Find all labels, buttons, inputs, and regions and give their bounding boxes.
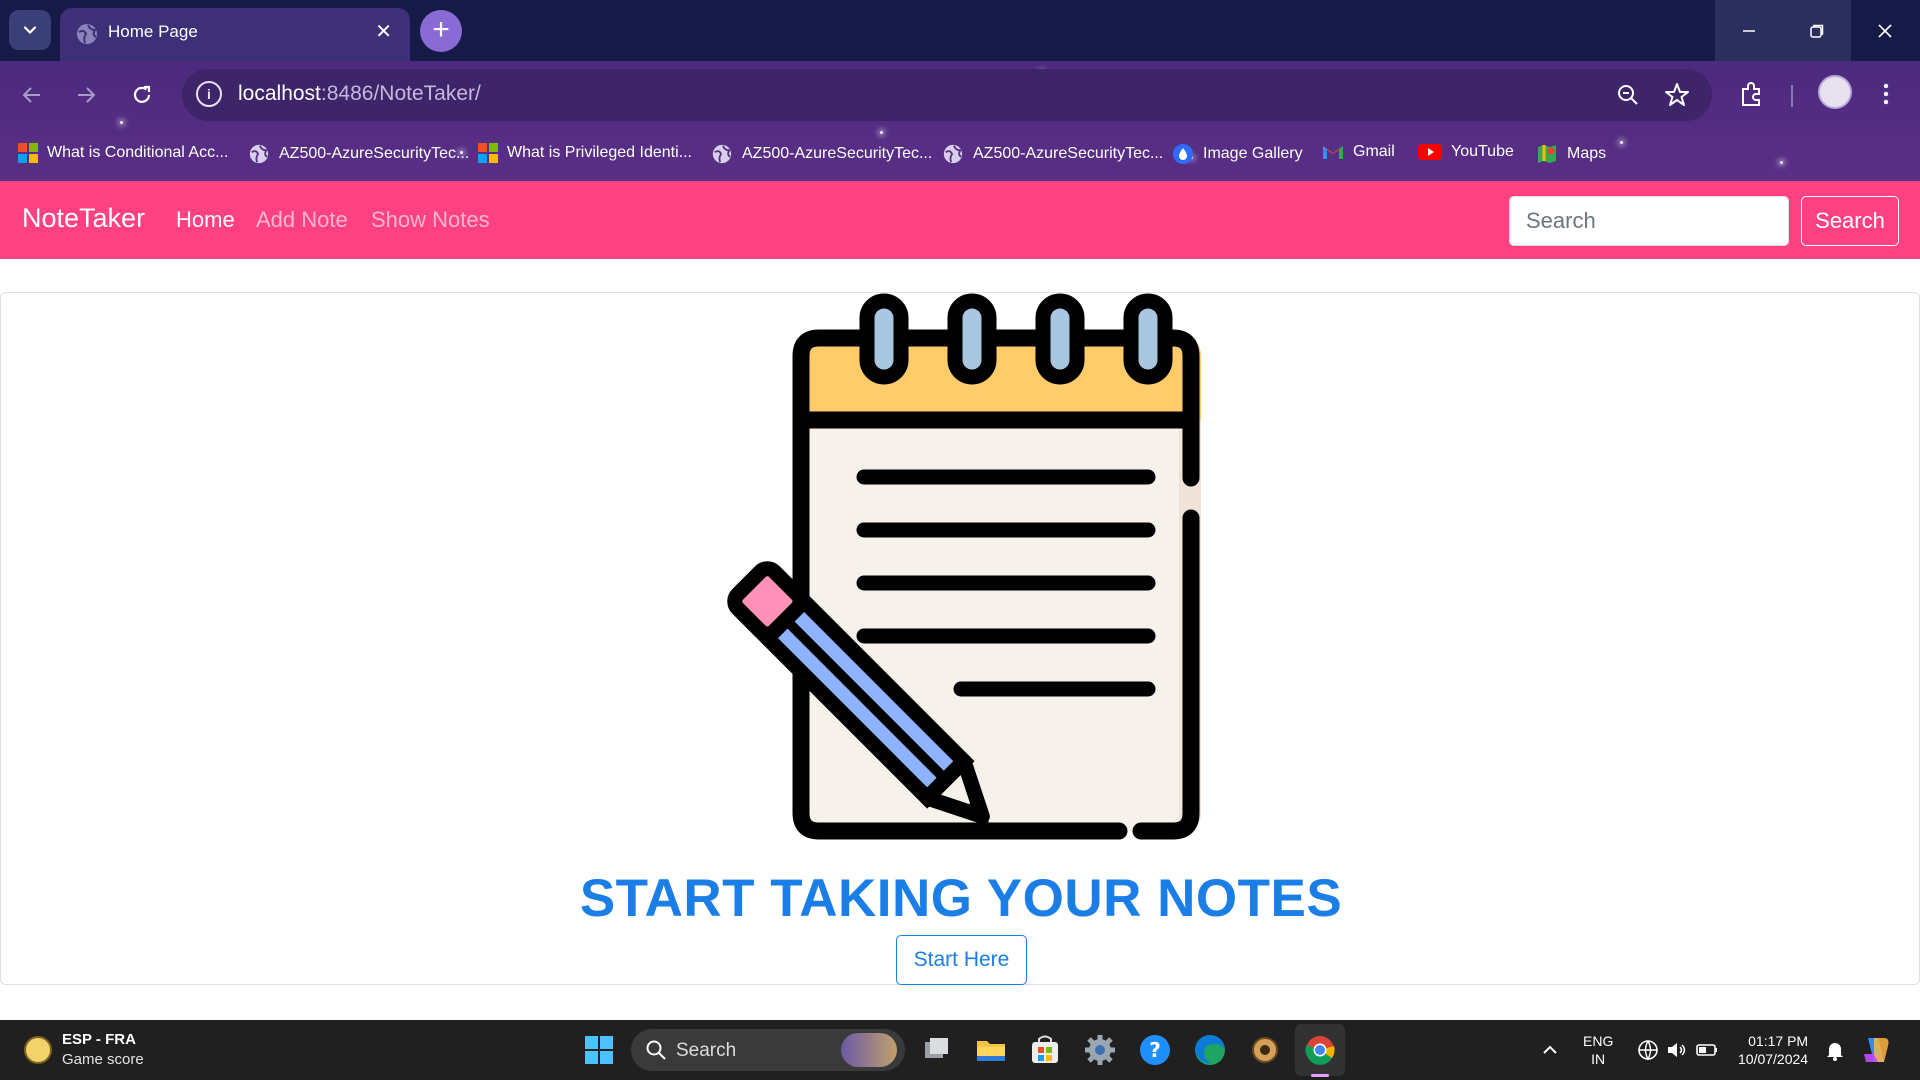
active-indicator (1311, 1074, 1329, 1077)
bookmarks-bar: What is Conditional Acc... AZ500-AzureSe… (0, 131, 1920, 175)
taskbar-search[interactable]: Search (631, 1029, 905, 1071)
widget-title: ESP - FRA (62, 1031, 136, 1048)
restore-icon (1810, 24, 1824, 38)
file-explorer-icon[interactable] (973, 1032, 1009, 1068)
search-button[interactable]: Search (1801, 196, 1899, 246)
chrome-browser-icon[interactable] (1302, 1032, 1338, 1068)
close-icon[interactable]: ✕ (375, 22, 392, 42)
site-info-icon[interactable]: i (196, 81, 222, 107)
language-indicator[interactable]: ENG IN (1583, 1032, 1613, 1068)
widget-subtitle: Game score (62, 1051, 144, 1068)
profile-avatar[interactable] (1818, 75, 1852, 109)
forward-button[interactable] (70, 79, 102, 111)
new-tab-button[interactable]: + (420, 10, 462, 52)
chevron-down-icon (23, 26, 37, 35)
close-window-button[interactable] (1851, 0, 1919, 61)
start-here-button[interactable]: Start Here (896, 935, 1027, 985)
globe-icon (943, 144, 963, 164)
gmail-icon (1323, 146, 1343, 159)
youtube-icon (1418, 144, 1442, 160)
more-menu-icon[interactable] (1874, 80, 1898, 108)
chevron-up-icon[interactable] (1536, 1036, 1564, 1064)
widgets-button[interactable]: ESP - FRA Game score (24, 1031, 144, 1068)
reload-button[interactable] (126, 79, 158, 111)
volume-icon[interactable] (1665, 1038, 1689, 1062)
bookmark-item[interactable]: AZ500-AzureSecurityTec... (248, 143, 469, 165)
battery-icon[interactable] (1695, 1038, 1719, 1062)
toolbar-divider (1791, 85, 1793, 107)
nav-show-notes[interactable]: Show Notes (371, 207, 490, 233)
restore-button[interactable] (1783, 0, 1851, 61)
back-button[interactable] (16, 79, 48, 111)
network-icon[interactable] (1636, 1038, 1660, 1062)
task-view-icon[interactable] (919, 1032, 955, 1068)
microsoft-logo-icon (18, 143, 38, 163)
hero-title: START TAKING YOUR NOTES (579, 869, 1343, 928)
search-input[interactable] (1509, 196, 1789, 246)
globe-icon (249, 144, 269, 164)
help-icon[interactable]: ? (1137, 1032, 1173, 1068)
bookmark-item[interactable]: AZ500-AzureSecurityTec... (711, 143, 932, 165)
extensions-icon[interactable] (1738, 80, 1766, 108)
microsoft-logo-icon (478, 143, 498, 163)
address-bar[interactable]: i localhost:8486/NoteTaker/ (182, 69, 1712, 121)
globe-icon (77, 24, 97, 44)
browser-tab-strip: Home Page ✕ + (0, 0, 1920, 61)
bookmark-item[interactable]: Image Gallery (1172, 143, 1303, 165)
browser-tab-home[interactable]: Home Page ✕ (60, 8, 410, 61)
close-icon (1878, 23, 1892, 38)
notepad-pencil-illustration (727, 293, 1201, 840)
edge-browser-icon[interactable] (1192, 1032, 1228, 1068)
browser-toolbar: i localhost:8486/NoteTaker/ What is Cond… (0, 61, 1920, 181)
hero-card: START TAKING YOUR NOTES Start Here (0, 292, 1920, 985)
reload-icon (133, 85, 151, 103)
svg-text:?: ? (1149, 1038, 1161, 1062)
bookmark-item[interactable]: Maps (1536, 143, 1606, 165)
bookmark-item[interactable]: Gmail (1322, 143, 1395, 161)
bookmark-item[interactable]: What is Conditional Acc... (18, 143, 228, 163)
minimize-icon (1743, 29, 1755, 32)
tab-search-button[interactable] (9, 10, 51, 50)
globe-icon (712, 144, 732, 164)
zoom-icon[interactable] (1614, 81, 1642, 109)
search-icon (646, 1040, 666, 1060)
windows-start-icon[interactable] (581, 1032, 617, 1068)
bookmark-item[interactable]: YouTube (1418, 143, 1514, 161)
copilot-icon[interactable] (1860, 1034, 1892, 1066)
bookmark-item[interactable]: AZ500-AzureSecurityTec... (942, 143, 1163, 165)
drop-icon (1173, 144, 1193, 164)
app-navbar: NoteTaker Home Add Note Show Notes Searc… (0, 181, 1920, 259)
windows-taskbar: ESP - FRA Game score Search ? ENG IN 01:1… (0, 1020, 1920, 1080)
tab-title: Home Page (108, 22, 198, 41)
arrow-right-icon (78, 87, 96, 103)
settings-gear-icon[interactable] (1082, 1032, 1118, 1068)
nav-home[interactable]: Home (176, 207, 235, 233)
url-text: localhost:8486/NoteTaker/ (238, 82, 481, 105)
arrow-left-icon (22, 87, 40, 103)
brand-logo[interactable]: NoteTaker (22, 203, 145, 234)
clock[interactable]: 01:17 PM 10/07/2024 (1738, 1032, 1808, 1068)
search-highlight-image (841, 1033, 897, 1067)
microsoft-store-icon[interactable] (1027, 1032, 1063, 1068)
notification-bell-icon[interactable] (1823, 1038, 1847, 1062)
minimize-button[interactable] (1715, 0, 1783, 61)
maps-icon (1538, 145, 1556, 163)
system-config-icon[interactable] (1247, 1032, 1283, 1068)
bookmark-item[interactable]: What is Privileged Identi... (478, 143, 692, 163)
nav-add-note[interactable]: Add Note (256, 207, 348, 233)
soccer-ball-icon (24, 1035, 52, 1064)
bookmark-star-icon[interactable] (1663, 81, 1691, 109)
